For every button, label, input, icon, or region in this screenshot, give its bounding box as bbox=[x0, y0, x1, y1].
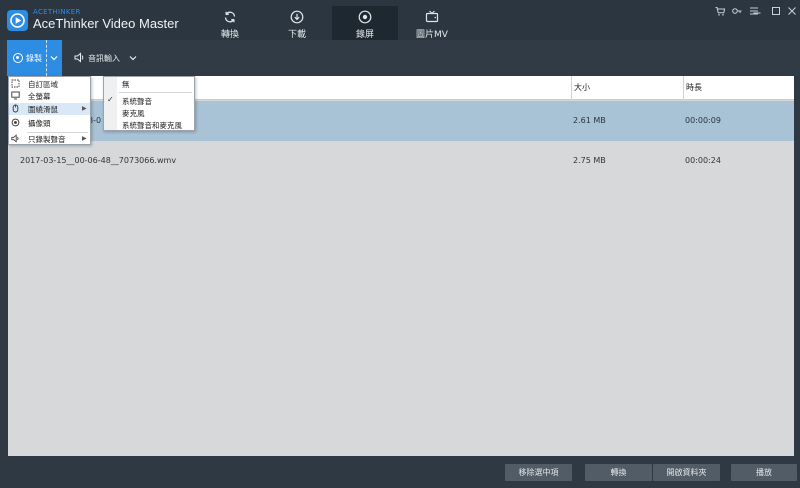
column-size[interactable]: 大小 bbox=[571, 76, 683, 100]
record-label: 錄製 bbox=[26, 54, 42, 63]
region-icon bbox=[11, 79, 20, 88]
file-duration: 00:00:24 bbox=[685, 156, 721, 165]
tab-label: 錄屏 bbox=[355, 30, 374, 40]
menu-item-fullscreen[interactable]: 全螢幕 bbox=[9, 90, 90, 102]
brand-subtitle: ACETHINKER bbox=[33, 8, 81, 16]
table-row[interactable]: 2017-03-15__00-06-48__7073066.wmv 2.75 M… bbox=[8, 141, 794, 181]
menu-item-label: 圍繞滑鼠 bbox=[28, 105, 58, 114]
mouse-icon bbox=[12, 104, 19, 113]
audio-source-submenu: 無 ✓ 系統聲音 麥克風 系統聲音和麥克風 bbox=[103, 76, 195, 131]
chevron-down-icon[interactable] bbox=[50, 54, 58, 62]
app-title: AceThinker Video Master bbox=[33, 16, 179, 31]
tab-label: 下載 bbox=[287, 30, 306, 40]
maximize-icon[interactable] bbox=[770, 5, 782, 17]
bottom-bar: 移除選中項 轉換 開啟資料夾 播放 bbox=[0, 456, 800, 488]
menu-item-around-mouse[interactable]: 圍繞滑鼠 ▶ bbox=[9, 103, 90, 115]
speaker-icon bbox=[11, 134, 19, 143]
submenu-item-system-sound[interactable]: ✓ 系統聲音 bbox=[104, 95, 194, 106]
column-name[interactable] bbox=[194, 76, 569, 100]
key-icon[interactable] bbox=[731, 5, 743, 17]
record-icon bbox=[358, 10, 372, 24]
menu-item-audio-only[interactable]: 只錄製聲音 ▶ bbox=[9, 133, 90, 145]
record-dot-icon bbox=[13, 53, 23, 63]
menu-item-label: 只錄製聲音 bbox=[28, 135, 66, 144]
speaker-icon bbox=[74, 52, 84, 63]
menu-item-label: 全螢幕 bbox=[28, 92, 51, 101]
submenu-item-none[interactable]: 無 bbox=[104, 78, 194, 89]
open-folder-button[interactable]: 開啟資料夾 bbox=[653, 464, 720, 481]
file-size: 2.61 MB bbox=[573, 116, 606, 125]
download-icon bbox=[290, 10, 304, 24]
tv-icon bbox=[425, 10, 439, 23]
convert-button[interactable]: 轉換 bbox=[585, 464, 652, 481]
refresh-icon bbox=[224, 11, 236, 23]
menu-item-custom-region[interactable]: 自訂區域 bbox=[9, 78, 90, 90]
cart-icon[interactable] bbox=[714, 5, 726, 17]
file-size: 2.75 MB bbox=[573, 156, 606, 165]
submenu-arrow-icon: ▶ bbox=[82, 135, 87, 142]
record-mode-menu: 自訂區域 全螢幕 圍繞滑鼠 ▶ 攝像頭 只錄製聲音 ▶ bbox=[8, 76, 91, 145]
menu-item-webcam[interactable]: 攝像頭 bbox=[9, 117, 90, 129]
submenu-item-label: 系統聲音和麥克風 bbox=[122, 121, 182, 130]
minimize-icon[interactable] bbox=[751, 5, 763, 17]
submenu-item-label: 系統聲音 bbox=[122, 97, 152, 106]
menu-item-label: 攝像頭 bbox=[28, 119, 51, 128]
submenu-item-label: 無 bbox=[122, 80, 130, 89]
tab-photo-mv[interactable]: 圖片MV bbox=[399, 4, 465, 40]
record-button[interactable]: 錄製 bbox=[7, 40, 62, 76]
submenu-item-label: 麥克風 bbox=[122, 109, 145, 118]
menu-separator bbox=[119, 92, 192, 93]
menu-item-label: 自訂區域 bbox=[28, 80, 58, 89]
recordings-list: 大小 時長 8-0 2.61 MB 00:00:09 2017-03-15__0… bbox=[8, 76, 794, 456]
close-icon[interactable] bbox=[786, 5, 798, 17]
record-button-divider bbox=[46, 40, 47, 76]
tab-label: 圖片MV bbox=[416, 30, 448, 40]
toolbar: 錄製 音訊輸入 bbox=[0, 40, 800, 76]
submenu-arrow-icon: ▶ bbox=[82, 105, 87, 112]
audio-input-label: 音訊輸入 bbox=[88, 54, 120, 63]
tab-record[interactable]: 錄屏 bbox=[332, 6, 398, 40]
chevron-down-icon bbox=[129, 56, 137, 61]
file-name: 2017-03-15__00-06-48__7073066.wmv bbox=[20, 156, 177, 165]
tab-download[interactable]: 下載 bbox=[264, 4, 330, 40]
title-bar: ACETHINKER AceThinker Video Master 轉換 下載… bbox=[0, 0, 800, 40]
webcam-icon bbox=[11, 118, 20, 127]
submenu-item-system-and-mic[interactable]: 系統聲音和麥克風 bbox=[104, 119, 194, 130]
app-logo-icon bbox=[7, 10, 28, 31]
file-duration: 00:00:09 bbox=[685, 116, 721, 125]
tab-convert[interactable]: 轉換 bbox=[197, 4, 263, 40]
remove-selected-button[interactable]: 移除選中項 bbox=[505, 464, 572, 481]
submenu-item-microphone[interactable]: 麥克風 bbox=[104, 107, 194, 118]
tab-label: 轉換 bbox=[220, 30, 239, 40]
monitor-icon bbox=[11, 91, 20, 100]
column-duration[interactable]: 時長 bbox=[683, 76, 794, 100]
checkmark-icon: ✓ bbox=[107, 95, 114, 104]
play-button[interactable]: 播放 bbox=[731, 464, 797, 481]
